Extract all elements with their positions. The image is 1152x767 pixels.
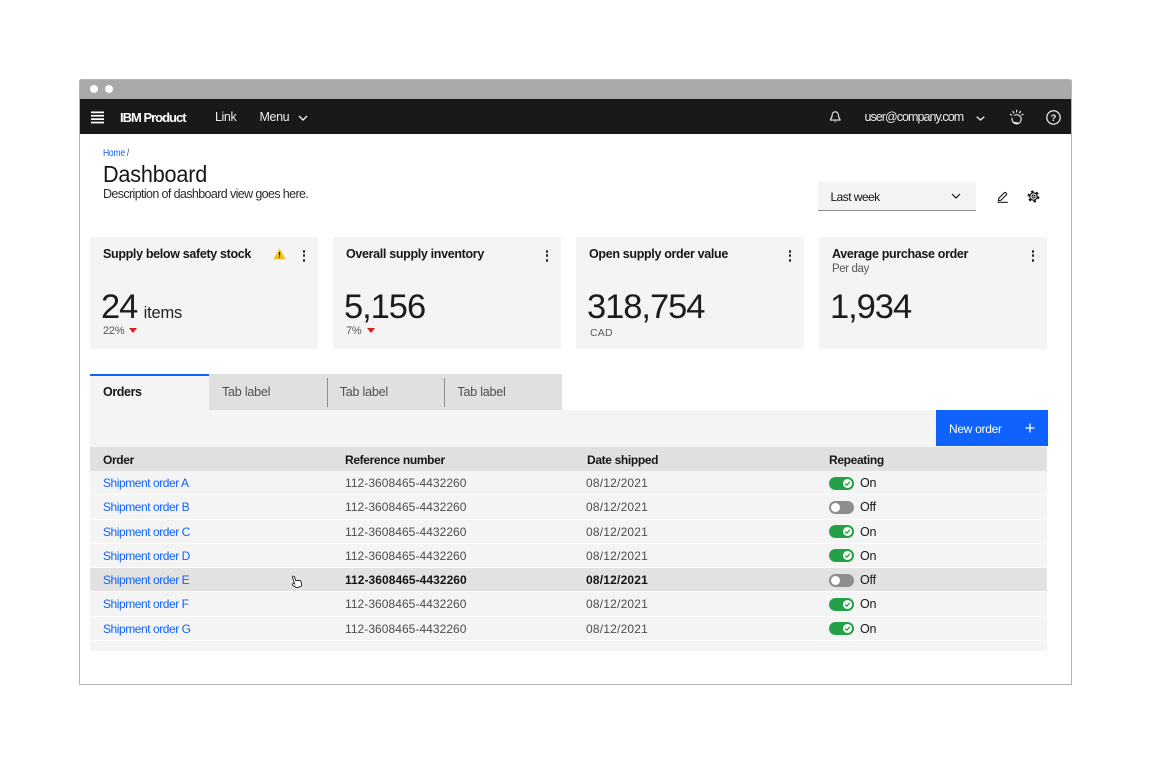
- svg-text:?: ?: [1051, 112, 1057, 123]
